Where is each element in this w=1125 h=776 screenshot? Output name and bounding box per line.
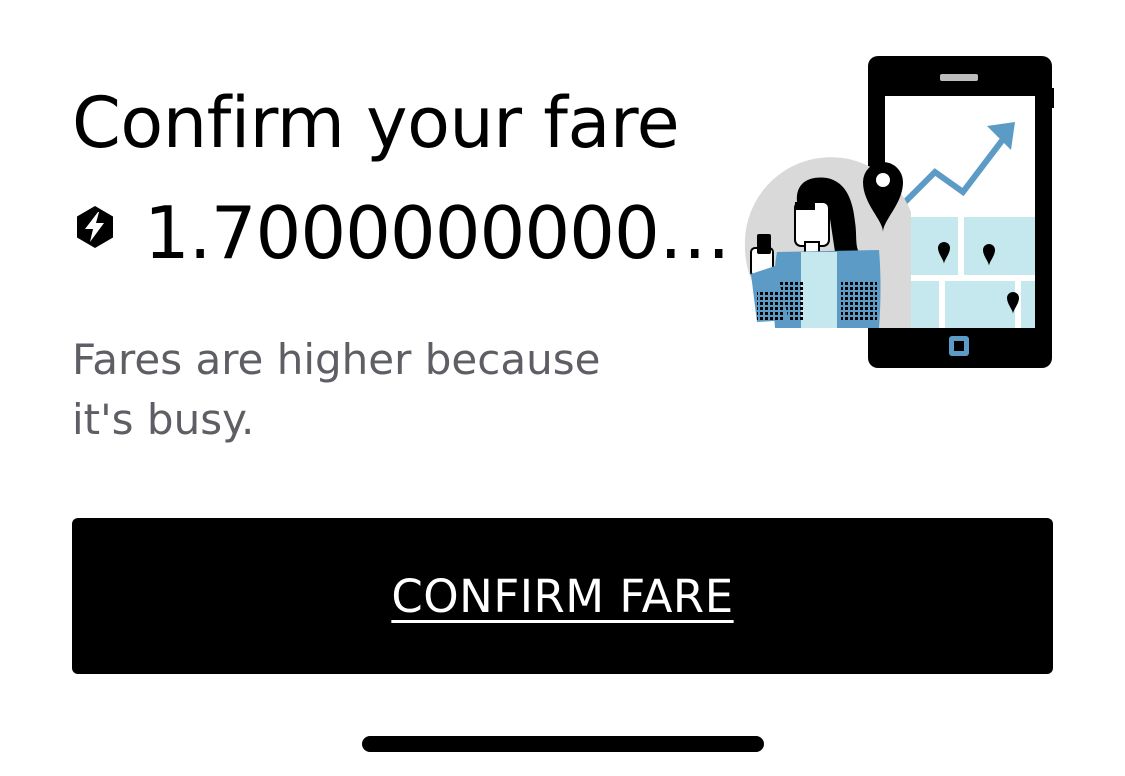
- busy-fare-illustration: [744, 56, 1054, 368]
- phone-speaker: [940, 74, 978, 81]
- home-indicator: [362, 736, 764, 752]
- fare-display: 1.7000000000…: [72, 188, 732, 278]
- fare-amount: 1.7000000000…: [144, 191, 731, 275]
- surge-lightning-icon: [77, 206, 113, 248]
- page-title: Confirm your fare: [72, 82, 680, 164]
- confirm-fare-button[interactable]: CONFIRM FARE: [72, 518, 1053, 674]
- surge-explanation: Fares are higher because it's busy.: [72, 335, 601, 444]
